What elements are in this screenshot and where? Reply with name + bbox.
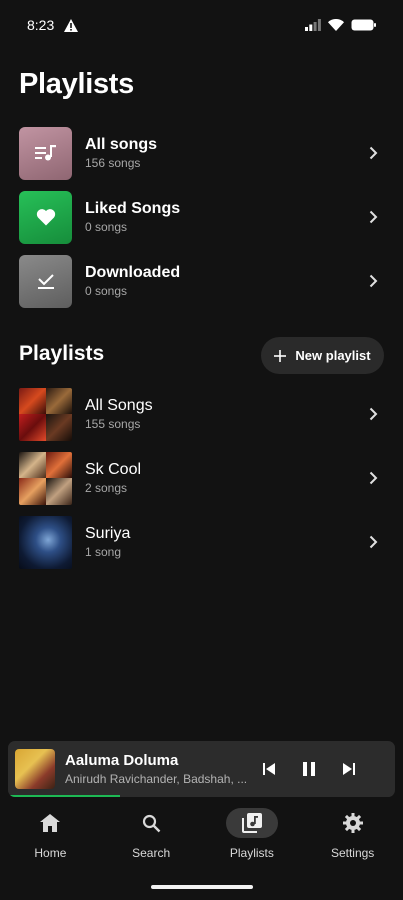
skip-previous-icon[interactable] (262, 762, 276, 776)
nav-label: Search (132, 846, 171, 860)
home-icon (40, 814, 61, 832)
nav-label: Settings (330, 846, 375, 860)
row-subtitle: 155 songs (85, 417, 141, 431)
row-title: Liked Songs (85, 200, 181, 217)
row-subtitle: 0 songs (85, 284, 128, 298)
chevron-right-icon (363, 532, 383, 552)
playlist-cover-mosaic (19, 387, 72, 441)
playlist-cover-mosaic (19, 451, 72, 505)
download-done-icon (37, 274, 54, 289)
row-title: Sk Cool (85, 461, 142, 478)
pause-icon[interactable] (302, 761, 316, 777)
row-title: All Songs (85, 397, 153, 414)
nav-settings[interactable]: Settings (302, 808, 403, 868)
row-subtitle: 2 songs (85, 481, 128, 495)
queue-music-icon (34, 145, 56, 161)
playlist-cover (19, 515, 72, 569)
playlist-item-sk-cool[interactable]: Sk Cool 2 songs (19, 451, 385, 505)
progress-bar[interactable] (8, 795, 395, 797)
wifi-icon (328, 19, 344, 31)
chevron-right-icon (363, 404, 383, 424)
nav-label: Playlists (229, 846, 274, 860)
progress-fill (8, 795, 121, 797)
home-indicator (151, 885, 253, 889)
plus-icon (274, 349, 287, 362)
signal-icon (305, 19, 321, 31)
row-subtitle: 0 songs (85, 220, 128, 234)
new-playlist-button[interactable]: New playlist (261, 337, 384, 374)
bottom-nav: Home Search Playlists Settings (0, 808, 403, 868)
new-playlist-label: New playlist (295, 348, 371, 363)
page-title: Playlists (19, 68, 134, 100)
nav-playlists[interactable]: Playlists (202, 808, 303, 868)
heart-icon (36, 209, 55, 226)
skip-next-icon[interactable] (342, 762, 356, 776)
now-playing-title: Aaluma Doluma (65, 752, 179, 769)
playlist-item-all-songs[interactable]: All Songs 155 songs (19, 387, 385, 441)
row-title: All songs (85, 136, 158, 153)
row-title: Downloaded (85, 264, 181, 281)
all-songs-thumb (19, 126, 72, 180)
library-music-icon (241, 813, 262, 833)
liked-songs-thumb (19, 190, 72, 244)
nav-home[interactable]: Home (0, 808, 101, 868)
now-playing-artwork (15, 749, 55, 789)
playlist-item-suriya[interactable]: Suriya 1 song (19, 515, 385, 569)
warning-icon (64, 18, 79, 32)
mini-player[interactable]: Aaluma Doluma Anirudh Ravichander, Badsh… (8, 741, 395, 797)
chevron-right-icon (363, 143, 383, 163)
chevron-right-icon (363, 271, 383, 291)
row-subtitle: 1 song (85, 545, 122, 559)
section-title: Playlists (19, 342, 105, 365)
row-subtitle: 156 songs (85, 156, 141, 170)
chevron-right-icon (363, 468, 383, 488)
gear-icon (342, 813, 363, 833)
status-bar: 8:23 (0, 0, 403, 50)
chevron-right-icon (363, 207, 383, 227)
nav-label: Home (34, 846, 67, 860)
status-time: 8:23 (27, 17, 55, 33)
library-item-liked-songs[interactable]: Liked Songs 0 songs (19, 190, 385, 244)
search-icon (142, 814, 160, 832)
downloaded-thumb (19, 254, 72, 308)
now-playing-artist: Anirudh Ravichander, Badshah, ... (65, 772, 248, 786)
library-item-downloaded[interactable]: Downloaded 0 songs (19, 254, 385, 308)
row-title: Suriya (85, 525, 131, 542)
battery-icon (351, 19, 376, 31)
nav-search[interactable]: Search (101, 808, 202, 868)
library-item-all-songs[interactable]: All songs 156 songs (19, 126, 385, 180)
